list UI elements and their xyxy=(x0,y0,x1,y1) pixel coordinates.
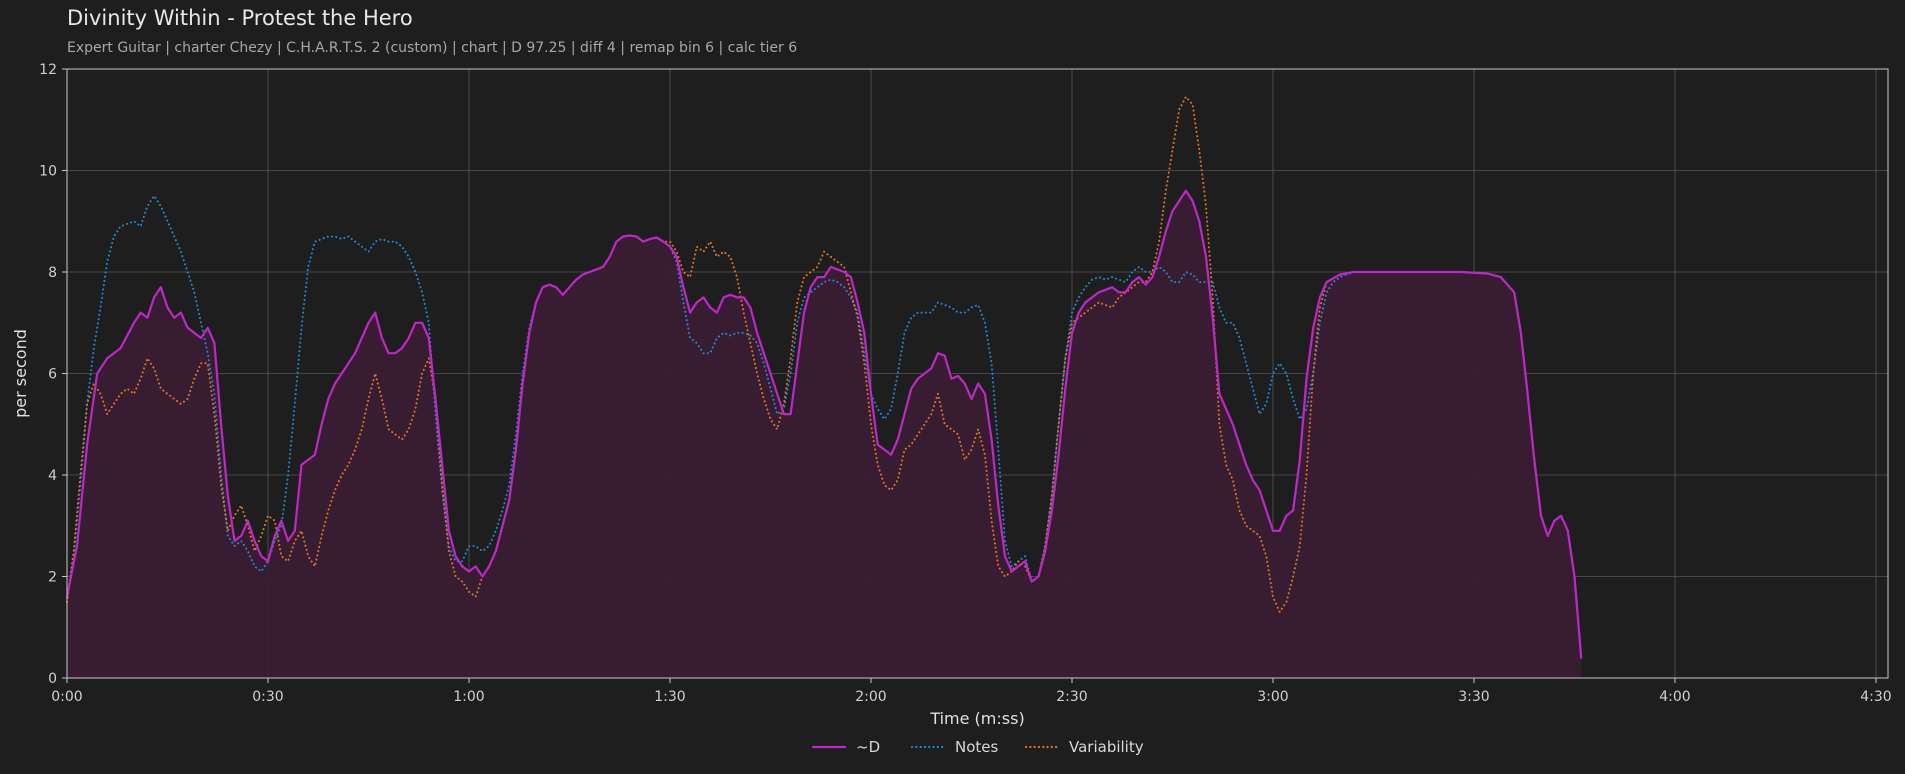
x-tick-label: 0:30 xyxy=(252,689,283,705)
x-tick-label: 2:30 xyxy=(1056,689,1087,705)
x-axis-label: Time (m:ss) xyxy=(929,709,1024,728)
legend-label: Variability xyxy=(1069,738,1144,756)
line-chart: 0:00 0:30 1:00 1:30 2:00 2:30 3:00 3:30 4:00 4:30… xyxy=(11,62,1892,756)
x-tick-label: 1:00 xyxy=(453,689,484,705)
y-tick-label: 0 xyxy=(48,671,57,687)
x-tick-label: 1:30 xyxy=(654,689,685,705)
legend: ~D Notes Variability xyxy=(811,738,1144,756)
x-tick-label: 4:30 xyxy=(1860,689,1891,705)
y-tick-label: 8 xyxy=(48,265,57,281)
x-tick-label: 3:30 xyxy=(1458,689,1489,705)
d-area-fill xyxy=(67,190,1582,679)
y-tick-label: 12 xyxy=(39,62,57,78)
y-tick-label: 4 xyxy=(48,468,57,484)
legend-label: Notes xyxy=(955,738,999,756)
x-tick-label: 2:00 xyxy=(855,689,886,705)
legend-label: ~D xyxy=(856,738,880,756)
x-tick-label: 4:00 xyxy=(1659,689,1690,705)
y-tick-label: 6 xyxy=(48,367,57,383)
x-tick-label: 3:00 xyxy=(1257,689,1288,705)
x-tick-label: 0:00 xyxy=(51,689,82,705)
y-tick-label: 10 xyxy=(39,164,57,180)
y-tick-label: 2 xyxy=(48,570,57,586)
area-fill xyxy=(67,190,1582,679)
y-axis-label: per second xyxy=(11,329,30,418)
